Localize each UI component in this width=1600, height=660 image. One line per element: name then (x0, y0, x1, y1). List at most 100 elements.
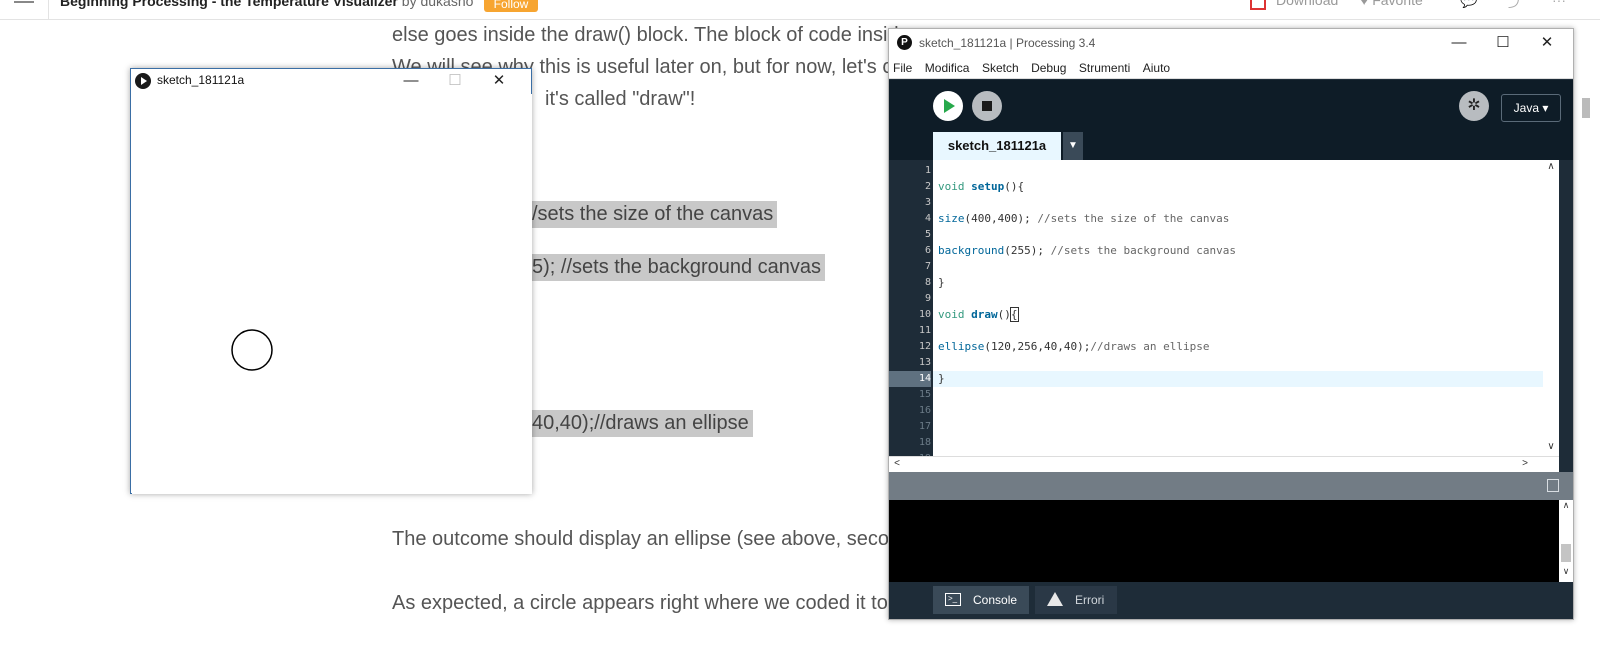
line-number: 4 (924, 213, 931, 224)
code-line[interactable]: void setup(){ (938, 179, 1024, 195)
ide-maximize-button[interactable]: ☐ (1481, 31, 1525, 55)
debugger-icon[interactable]: ✲ (1459, 91, 1489, 121)
ide-toolbar: ✲ Java ▾ (889, 80, 1573, 132)
page-scrollbar[interactable] (1582, 98, 1590, 118)
scroll-right-icon[interactable]: > (1517, 457, 1533, 471)
article-text-line: it's called "draw"! (545, 88, 696, 110)
line-number: 17 (918, 421, 931, 432)
line-number: 7 (924, 261, 931, 272)
code-line[interactable]: void draw(){ (938, 307, 1019, 323)
follow-button[interactable]: Follow (484, 0, 538, 12)
console-scroll-up-icon[interactable]: ∧ (1559, 500, 1573, 511)
console-scrollbar[interactable]: ∧ ∨ (1559, 500, 1573, 582)
mode-selector[interactable]: Java ▾ (1501, 94, 1561, 122)
drawn-ellipse (231, 329, 273, 371)
message-bar (889, 472, 1573, 500)
hamburger-menu-icon[interactable] (14, 0, 34, 6)
tab-errors[interactable]: Errori (1035, 586, 1117, 614)
ide-titlebar[interactable]: P sketch_181121a | Processing 3.4 — ☐ ✕ (889, 29, 1573, 57)
line-number: 10 (918, 309, 931, 320)
menu-modifica[interactable]: Modifica (921, 57, 974, 75)
sketch-window-titlebar[interactable]: sketch_181121a — ☐ ✕ (131, 69, 531, 93)
console-scroll-thumb[interactable] (1561, 544, 1571, 562)
code-token: ellipse (938, 340, 985, 353)
line-number: 15 (918, 389, 931, 400)
article-title: Beginning Processing - the Temperature V… (60, 0, 473, 9)
text-caret: { (1009, 307, 1019, 322)
line-number: 2 (924, 181, 931, 192)
ide-close-button[interactable]: ✕ (1525, 31, 1569, 55)
menu-sketch[interactable]: Sketch (978, 57, 1023, 75)
code-token: (400,400); (964, 212, 1038, 225)
close-button[interactable]: ✕ (477, 69, 521, 93)
code-line[interactable]: size(400,400); //sets the size of the ca… (938, 211, 1229, 227)
run-button[interactable] (933, 91, 963, 121)
download-button[interactable]: Download (1276, 0, 1338, 8)
menu-aiuto[interactable]: Aiuto (1139, 57, 1174, 75)
sketch-output-window: sketch_181121a — ☐ ✕ (130, 68, 532, 494)
article-byline: by dukasho (401, 0, 474, 9)
menu-strumenti[interactable]: Strumenti (1075, 57, 1134, 75)
header-divider (48, 0, 49, 19)
stop-button[interactable] (972, 91, 1002, 121)
sketch-window-title: sketch_181121a (157, 73, 245, 87)
copy-icon[interactable] (1547, 479, 1559, 492)
console-tab-label: Console (973, 593, 1018, 607)
scroll-left-icon[interactable]: < (889, 457, 905, 471)
code-snippet: /sets the size of the canvas (528, 201, 778, 228)
code-line[interactable]: } (938, 275, 945, 291)
ide-minimize-button[interactable]: — (1437, 31, 1481, 55)
tab-menu-chevron-down-icon[interactable]: ▼ (1063, 132, 1083, 160)
line-number: 8 (924, 277, 931, 288)
code-token: size (938, 212, 965, 225)
ide-menubar: File Modifica Sketch Debug Strumenti Aiu… (889, 57, 1573, 79)
terminal-icon: >_ (945, 593, 961, 606)
processing-play-icon (135, 73, 151, 89)
menu-debug[interactable]: Debug (1027, 57, 1070, 75)
tab-console[interactable]: >_ Console (933, 586, 1029, 614)
code-token: (120,256,40,40); (984, 340, 1091, 353)
code-line[interactable]: ellipse(120,256,40,40);//draws an ellips… (938, 339, 1210, 355)
code-line[interactable]: } (938, 371, 945, 387)
menu-file[interactable]: File (889, 57, 916, 75)
article-text-line: As expected, a circle appears right wher… (392, 592, 888, 614)
tab-sketch[interactable]: sketch_181121a (933, 132, 1061, 160)
code-token: setup (971, 180, 1005, 193)
editor-horizontal-scrollbar[interactable]: < > (889, 456, 1559, 472)
scroll-up-icon[interactable]: ∧ (1543, 160, 1559, 174)
code-line[interactable]: background(255); //sets the background c… (938, 243, 1236, 259)
line-number: 5 (924, 229, 931, 240)
code-token: void (938, 180, 972, 193)
favorite-button[interactable]: ♥ Favorite (1360, 0, 1423, 8)
line-number: 13 (918, 357, 931, 368)
ide-footer: >_ Console Errori (889, 582, 1573, 619)
code-token: () (997, 308, 1011, 321)
editor-vertical-scrollbar[interactable]: ∧ ∨ (1543, 160, 1559, 456)
maximize-button: ☐ (448, 72, 462, 89)
editor-tab-row: sketch_181121a ▼ (889, 132, 1573, 160)
code-token: } (938, 276, 945, 289)
warning-icon (1047, 592, 1063, 606)
scroll-down-icon[interactable]: ∨ (1543, 440, 1559, 454)
comment-icon[interactable]: 💬 (1460, 0, 1477, 9)
line-number: 12 (918, 341, 931, 352)
article-text-line: The outcome should display an ellipse (s… (392, 528, 911, 550)
site-header: Beginning Processing - the Temperature V… (0, 0, 1600, 20)
console-output[interactable] (889, 500, 1559, 582)
code-token: (){ (1004, 180, 1025, 193)
line-number: 6 (924, 245, 931, 256)
code-token: //sets the background canvas (1050, 244, 1237, 257)
share-icon[interactable]: ⤴ (1508, 0, 1522, 12)
ide-window-title: sketch_181121a | Processing 3.4 (919, 36, 1096, 50)
line-number: 18 (918, 437, 931, 448)
code-editor[interactable]: 12345678910111213141516171819 void setup… (889, 160, 1543, 456)
pdf-download-icon[interactable] (1250, 0, 1266, 10)
sketch-canvas[interactable] (132, 94, 532, 494)
minimize-button[interactable]: — (389, 69, 433, 93)
console-scroll-down-icon[interactable]: ∨ (1559, 566, 1573, 577)
processing-logo-icon: P (897, 35, 912, 50)
line-number-gutter: 12345678910111213141516171819 (889, 160, 933, 456)
article-text-line: else goes inside the draw() block. The b… (392, 24, 899, 46)
code-token: draw (971, 308, 998, 321)
more-icon[interactable]: ··· (1552, 0, 1566, 8)
